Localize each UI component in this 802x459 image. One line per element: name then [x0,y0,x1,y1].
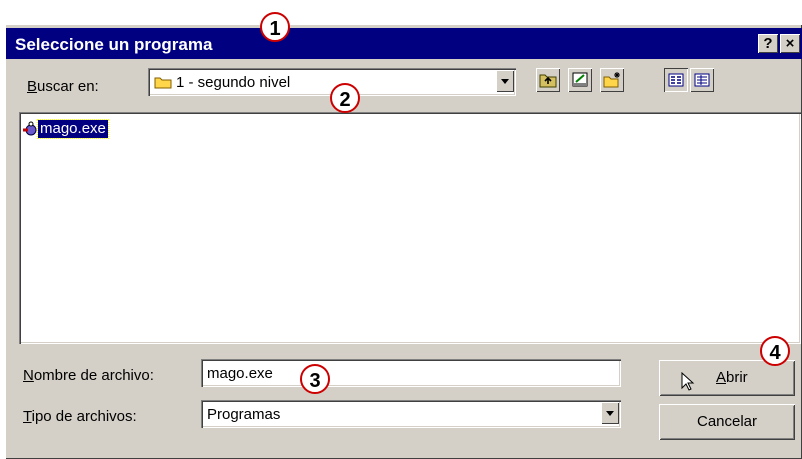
look-in-label: Buscar en: [27,78,99,95]
look-in-dropdown-button[interactable] [496,70,514,92]
list-view-button[interactable] [664,68,688,92]
new-folder-button[interactable] [600,68,624,92]
cancel-button-label: Cancelar [696,413,758,430]
file-type-label: Tipo de archivos: [23,408,137,425]
mouse-cursor-icon [681,370,695,406]
open-button-label: Abrir [716,369,748,386]
title-bar[interactable]: Seleccione un programa ? × [6,28,802,59]
close-button[interactable]: × [780,34,800,53]
up-one-level-button[interactable] [536,68,560,92]
executable-icon [22,121,38,142]
folder-icon [154,76,172,94]
file-item-name: mago.exe [37,119,109,139]
callout-4: 4 [760,336,790,366]
callout-2: 2 [330,83,360,113]
callout-3: 3 [300,364,330,394]
file-type-value: Programas [207,406,281,423]
look-in-value: 1 - segundo nivel [176,74,291,91]
file-list[interactable] [19,112,801,344]
file-type-select[interactable]: Programas [201,400,621,428]
desktop-button[interactable] [568,68,592,92]
file-name-value: mago.exe [207,365,273,382]
cancel-button[interactable]: Cancelar [659,404,795,440]
details-view-button[interactable] [690,68,714,92]
file-name-label: Nombre de archivo: [23,367,154,384]
callout-1: 1 [260,12,290,42]
dialog-title: Seleccione un programa [15,35,213,54]
file-type-dropdown-button[interactable] [601,402,619,424]
help-button[interactable]: ? [758,34,778,53]
file-name-input[interactable]: mago.exe [201,359,621,387]
